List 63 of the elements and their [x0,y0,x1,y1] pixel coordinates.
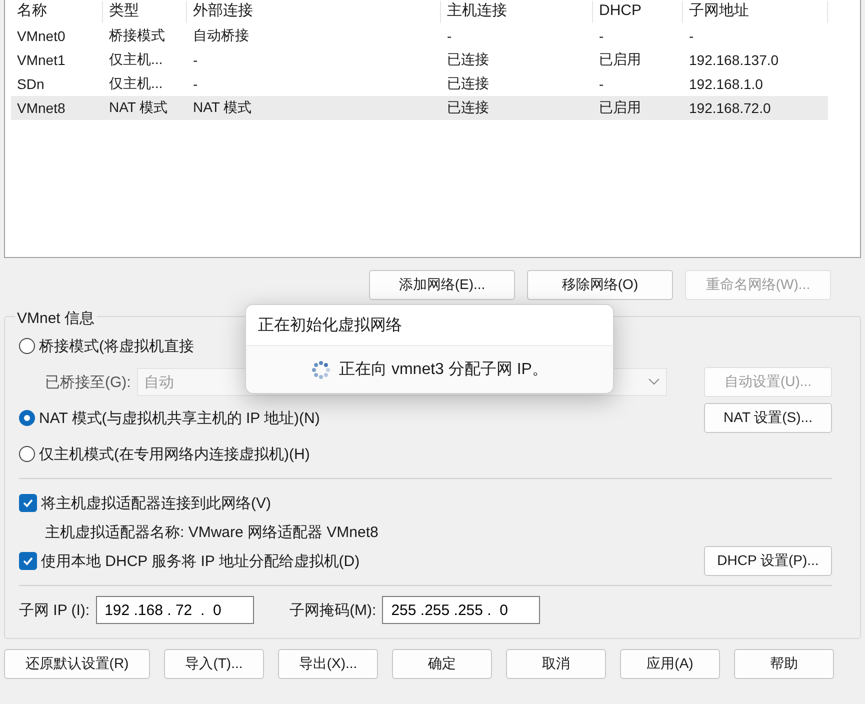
dialog-title: 正在初始化虚拟网络 [246,305,613,346]
table-cell-text: 已连接 [446,99,490,117]
table-cell-text: 192.168.1.0 [688,76,764,92]
table-cell-text: SDn [16,76,46,92]
subnet-mask-field[interactable]: 255 .255 .255 . 0 [382,596,540,624]
table-cell-text: NAT 模式 [192,99,253,117]
footer-button[interactable]: 帮助 [734,649,834,679]
column-header[interactable]: 名称 [11,1,103,23]
nat-settings-button[interactable]: NAT 设置(S)... [704,403,832,433]
table-cell-text: VMnet1 [16,52,66,68]
spinner-icon [311,360,332,380]
table-row[interactable]: VMnet1 仅主机... - 已连接 已启用 192.168.137.0 [11,48,828,72]
table-cell-text: - [598,28,605,44]
group-title: VMnet 信息 [15,309,97,328]
column-header[interactable]: DHCP [593,1,683,23]
table-cell-text: NAT 模式 [108,99,169,117]
table-cell-text: 桥接模式 [108,27,166,45]
table-cell-text: VMnet8 [16,100,66,116]
checkbox-option[interactable]: 将主机虚拟适配器连接到此网络(V) [19,494,271,512]
adapter-name: 主机虚拟适配器名称: VMware 网络适配器 VMnet8 [45,522,378,542]
radio-option[interactable]: NAT 模式(与虚拟机共享主机的 IP 地址)(N) [19,408,320,428]
footer-button[interactable]: 导出(X)... [278,649,378,679]
radio-option[interactable]: 桥接模式(将虚拟机直接 [19,336,194,356]
table-cell-text: 已连接 [446,75,490,93]
checkbox-option[interactable]: 使用本地 DHCP 服务将 IP 地址分配给虚拟机(D) [19,552,360,570]
dhcp-settings-button[interactable]: DHCP 设置(P)... [704,546,832,576]
table-cell-text: VMnet0 [16,28,66,44]
chevron-icon [648,378,660,386]
table-cell-text: 192.168.72.0 [688,100,772,116]
column-header[interactable]: 子网地址 [683,1,828,23]
footer-button[interactable]: 取消 [506,649,606,679]
subnet-ip-label: 子网 IP (I): [19,600,90,620]
subnet-ip-field[interactable]: 192 .168 . 72 . 0 [96,596,254,624]
network-button[interactable]: 移除网络(O) [527,270,673,300]
network-button[interactable]: 添加网络(E)... [369,270,515,300]
radio-option[interactable]: 仅主机模式(在专用网络内连接虚拟机)(H) [19,444,310,464]
table-cell-text: - [598,76,605,92]
table-cell-text: 仅主机... [108,75,164,93]
table-cell-text: 192.168.137.0 [688,52,780,68]
table-cell-text: 自动桥接 [192,27,250,45]
footer-button[interactable]: 确定 [392,649,492,679]
footer-button[interactable]: 导入(T)... [164,649,264,679]
table-cell-text: 已连接 [446,51,490,69]
table-cell-text: - [192,76,199,92]
table-cell-text: 已启用 [598,99,642,117]
table-row[interactable]: VMnet0 桥接模式 自动桥接 - - - [11,24,828,48]
table-cell-text: - [446,28,453,44]
bridged-label: 已桥接至(G): [45,372,131,392]
column-header[interactable]: 外部连接 [187,1,441,23]
checkmark-icon [22,555,34,567]
checkmark-icon [22,497,34,509]
subnet-mask-label: 子网掩码(M): [290,600,376,620]
dialog-message: 正在向 vmnet3 分配子网 IP。 [339,360,548,380]
footer-button[interactable]: 还原默认设置(R) [4,649,150,679]
footer-button[interactable]: 应用(A) [620,649,720,679]
table-row[interactable]: VMnet8 NAT 模式 NAT 模式 已连接 已启用 192.168.72.0 [11,96,828,120]
table-cell-text: - [192,52,199,68]
column-header[interactable]: 主机连接 [441,1,593,23]
table-cell-text: - [688,28,695,44]
column-header[interactable]: 类型 [103,1,187,23]
table-cell-text: 已启用 [598,51,642,69]
table-row[interactable]: SDn 仅主机... - 已连接 - 192.168.1.0 [11,72,828,96]
table-cell-text: 仅主机... [108,51,164,69]
